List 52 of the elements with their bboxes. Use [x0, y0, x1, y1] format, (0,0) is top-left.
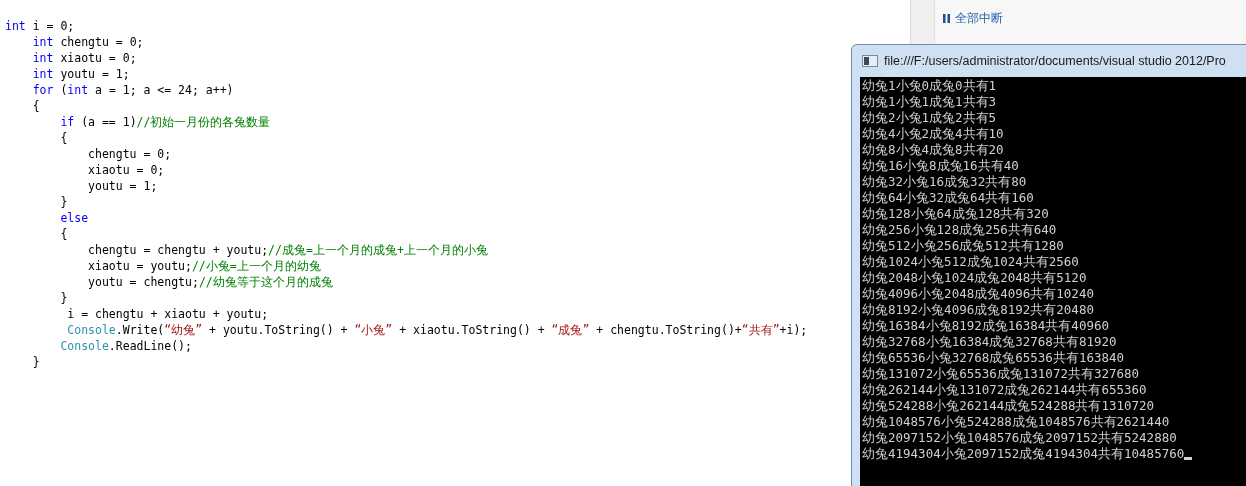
break-all-button[interactable]: 全部中断 — [941, 9, 1005, 27]
console-line: 幼兔2小兔1成兔2共有5 — [862, 110, 997, 126]
code-line: { — [31, 98, 40, 114]
console-line: 幼兔16384小兔8192成兔16384共有40960 — [862, 318, 1109, 334]
console-line: 幼兔524288小兔262144成兔524288共有1310720 — [862, 398, 1155, 414]
console-line: 幼兔2097152小兔1048576成兔2097152共有5242880 — [862, 430, 1177, 446]
console-icon — [862, 55, 878, 67]
console-line: 幼兔128小兔64成兔128共有320 — [862, 206, 1049, 222]
pause-icon — [943, 13, 950, 23]
console-line: 幼兔16小兔8成兔16共有40 — [862, 158, 1019, 174]
code-line: youtu = 1; — [87, 178, 158, 194]
code-line: { — [59, 130, 68, 146]
code-line: } — [59, 290, 68, 306]
code-line: if (a == 1)//初始一月份的各兔数量 — [59, 114, 271, 130]
code-line: } — [31, 354, 40, 370]
console-line: 幼兔64小兔32成兔64共有160 — [862, 190, 1034, 206]
code-line: chengtu = 0; — [87, 146, 172, 162]
code-line: int i = 0; — [5, 18, 75, 34]
console-line: 幼兔8小兔4成兔8共有20 — [862, 142, 1004, 158]
console-line: 幼兔32小兔16成兔32共有80 — [862, 174, 1027, 190]
splitter-bar[interactable] — [910, 0, 934, 44]
code-line: chengtu = chengtu + youtu;//成兔=上一个月的成兔+上一个月的小兔 — [87, 242, 488, 258]
console-line: 幼兔1小兔1成兔1共有3 — [862, 94, 997, 110]
code-line: int chengtu = 0; — [31, 34, 144, 50]
code-line: xiaotu = 0; — [87, 162, 165, 178]
console-line: 幼兔2048小兔1024成兔2048共有5120 — [862, 270, 1087, 286]
console-line: 幼兔1048576小兔524288成兔1048576共有2621440 — [862, 414, 1170, 430]
console-line: 幼兔4194304小兔2097152成兔4194304共有10485760 — [862, 446, 1185, 462]
console-line: 幼兔65536小兔32768成兔65536共有163840 — [862, 350, 1125, 366]
console-line: 幼兔1024小兔512成兔1024共有2560 — [862, 254, 1079, 270]
code-line: { — [59, 226, 68, 242]
console-line: 幼兔262144小兔131072成兔262144共有655360 — [862, 382, 1147, 398]
window-title: file:///F:/users/administrator/documents/visual studio 2012/Pro — [884, 52, 1226, 70]
code-line: int youtu = 1; — [31, 66, 130, 82]
code-line: int xiaotu = 0; — [31, 50, 137, 66]
console-line: 幼兔256小兔128成兔256共有640 — [862, 222, 1057, 238]
code-line: } — [59, 194, 68, 210]
code-line: i = chengtu + xiaotu + youtu; — [66, 306, 269, 322]
code-line: Console.ReadLine(); — [59, 338, 192, 354]
console-line: 幼兔1小兔0成兔0共有1 — [862, 78, 997, 94]
code-line: youtu = chengtu;//幼兔等于这个月的成兔 — [87, 274, 333, 290]
console-line: 幼兔4096小兔2048成兔4096共有10240 — [862, 286, 1094, 302]
console-line: 幼兔131072小兔65536成兔131072共有327680 — [862, 366, 1140, 382]
console-line: 幼兔32768小兔16384成兔32768共有81920 — [862, 334, 1117, 350]
console-line: 幼兔4小兔2成兔4共有10 — [862, 126, 1004, 142]
code-line: else — [59, 210, 89, 226]
console-line: 幼兔512小兔256成兔512共有1280 — [862, 238, 1064, 254]
code-line: for (int a = 1; a <= 24; a++) — [31, 82, 234, 98]
console-line: 幼兔8192小兔4096成兔8192共有20480 — [862, 302, 1094, 318]
code-line: xiaotu = youtu;//小兔=上一个月的幼兔 — [87, 258, 321, 274]
text-cursor — [1184, 457, 1193, 460]
code-line: Console.Write(“幼兔” + youtu.ToString() + “小兔” + xiaotu.ToString() + “成兔” + chengtu.ToString()+“共有”+i); — [66, 322, 808, 338]
